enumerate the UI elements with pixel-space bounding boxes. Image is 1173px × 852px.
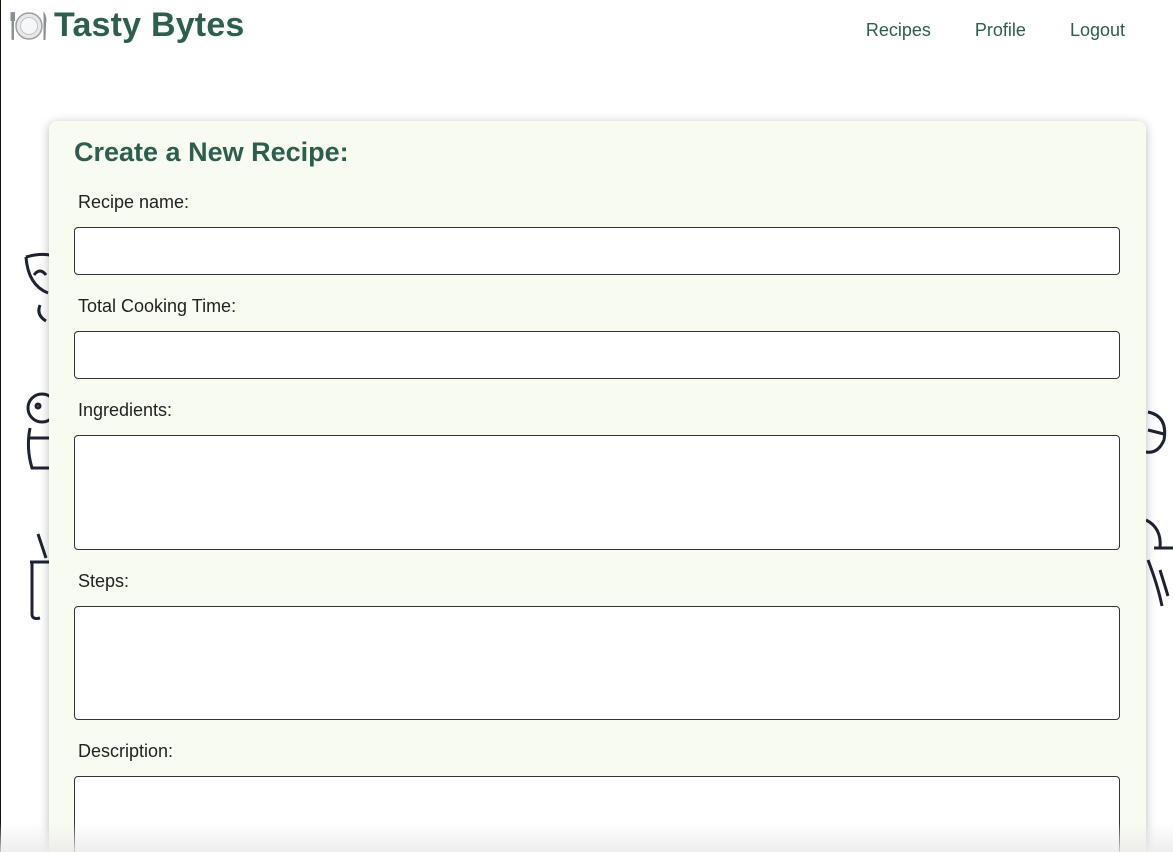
nav-link-profile[interactable]: Profile (975, 20, 1026, 41)
description-textarea[interactable] (74, 776, 1120, 852)
form-title: Create a New Recipe: (74, 137, 349, 167)
steps-label: Steps: (78, 571, 130, 591)
brand-name: Tasty Bytes (54, 6, 245, 44)
nav-link-recipes[interactable]: Recipes (866, 20, 931, 41)
ingredients-label: Ingredients: (78, 400, 173, 420)
plate-with-cutlery-icon (10, 11, 47, 40)
create-recipe-form: Create a New Recipe: Recipe name: Total … (49, 121, 1146, 852)
ingredients-textarea[interactable] (74, 435, 1120, 550)
cooking-time-label: Total Cooking Time: (78, 296, 237, 316)
steps-textarea[interactable] (74, 606, 1120, 720)
page: Tasty Bytes Recipes Profile Logout Creat… (0, 0, 1173, 852)
brand[interactable]: Tasty Bytes (10, 6, 245, 45)
recipe-name-label: Recipe name: (78, 192, 190, 212)
site-header: Tasty Bytes Recipes Profile Logout (0, 0, 1173, 62)
description-label: Description: (78, 741, 174, 761)
cooking-time-input[interactable] (74, 331, 1120, 379)
nav-link-logout[interactable]: Logout (1070, 20, 1125, 41)
main-nav: Recipes Profile Logout (822, 20, 1125, 41)
window-edge (0, 0, 1, 852)
recipe-name-input[interactable] (74, 227, 1120, 275)
